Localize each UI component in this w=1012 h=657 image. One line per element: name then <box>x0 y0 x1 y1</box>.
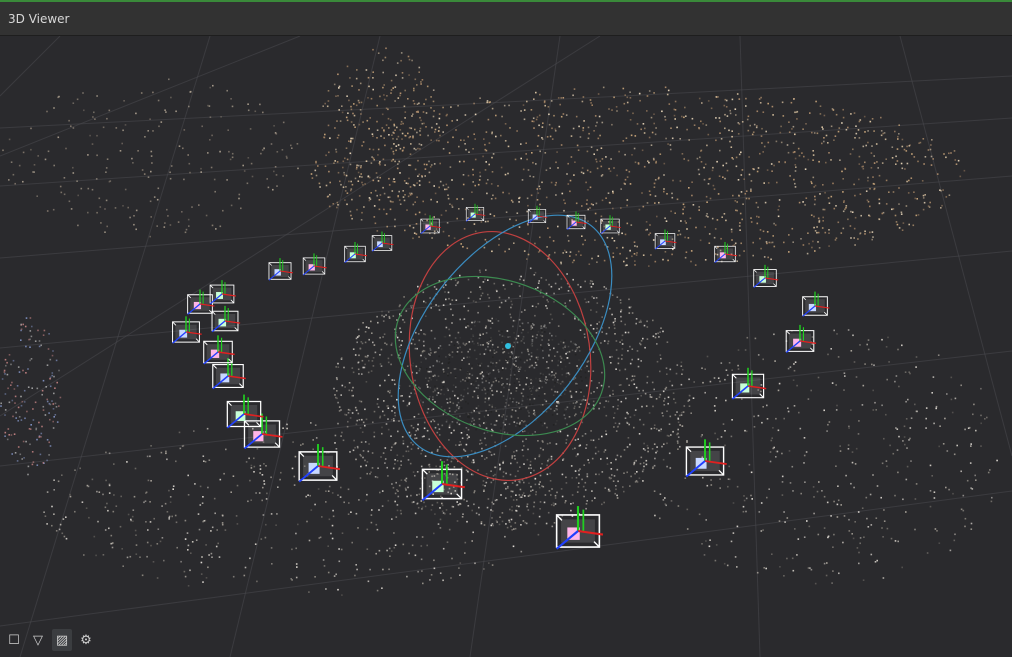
viewer-settings-button[interactable]: ⚙ <box>76 629 96 651</box>
grid-hatch-icon: ▨ <box>55 632 69 648</box>
camera-frustum <box>203 335 235 365</box>
camera-frustum <box>527 205 548 224</box>
camera-frustum <box>420 215 441 235</box>
camera-frustum <box>600 215 621 235</box>
window-title: 3D Viewer <box>8 12 70 26</box>
camera-frustum <box>731 367 767 400</box>
viewer-toolbar: ☐ ▽ ▨ ⚙ <box>4 627 96 653</box>
camera-frustum <box>268 258 293 281</box>
viewer-window: 3D Viewer ☐ ▽ ▨ ⚙ <box>0 0 1012 657</box>
gear-icon: ⚙ <box>80 632 92 648</box>
3d-viewport[interactable] <box>0 36 1012 657</box>
camera-frustum <box>172 316 202 344</box>
display-grid-button[interactable]: ▨ <box>52 629 72 651</box>
camera-rig <box>172 203 830 550</box>
camera-frustum <box>211 305 241 333</box>
display-cameras-button[interactable]: ▽ <box>28 629 48 651</box>
camera-frustum <box>685 439 727 478</box>
camera-frustum <box>371 231 394 252</box>
point-cloud <box>0 47 998 596</box>
camera-frustum <box>421 461 465 502</box>
camera-frustum <box>209 280 236 305</box>
camera-frustum <box>555 506 604 550</box>
square-icon: ☐ <box>8 632 20 648</box>
camera-frustum <box>802 291 830 317</box>
title-bar: 3D Viewer <box>0 2 1012 36</box>
3d-scene[interactable] <box>0 36 1012 657</box>
camera-frustum <box>226 394 264 429</box>
camera-frustum <box>753 264 779 288</box>
triangle-down-icon: ▽ <box>33 632 43 648</box>
display-bounding-box-button[interactable]: ☐ <box>4 629 24 651</box>
camera-frustum <box>785 324 817 354</box>
camera-frustum <box>344 241 368 263</box>
camera-frustum <box>298 444 341 483</box>
